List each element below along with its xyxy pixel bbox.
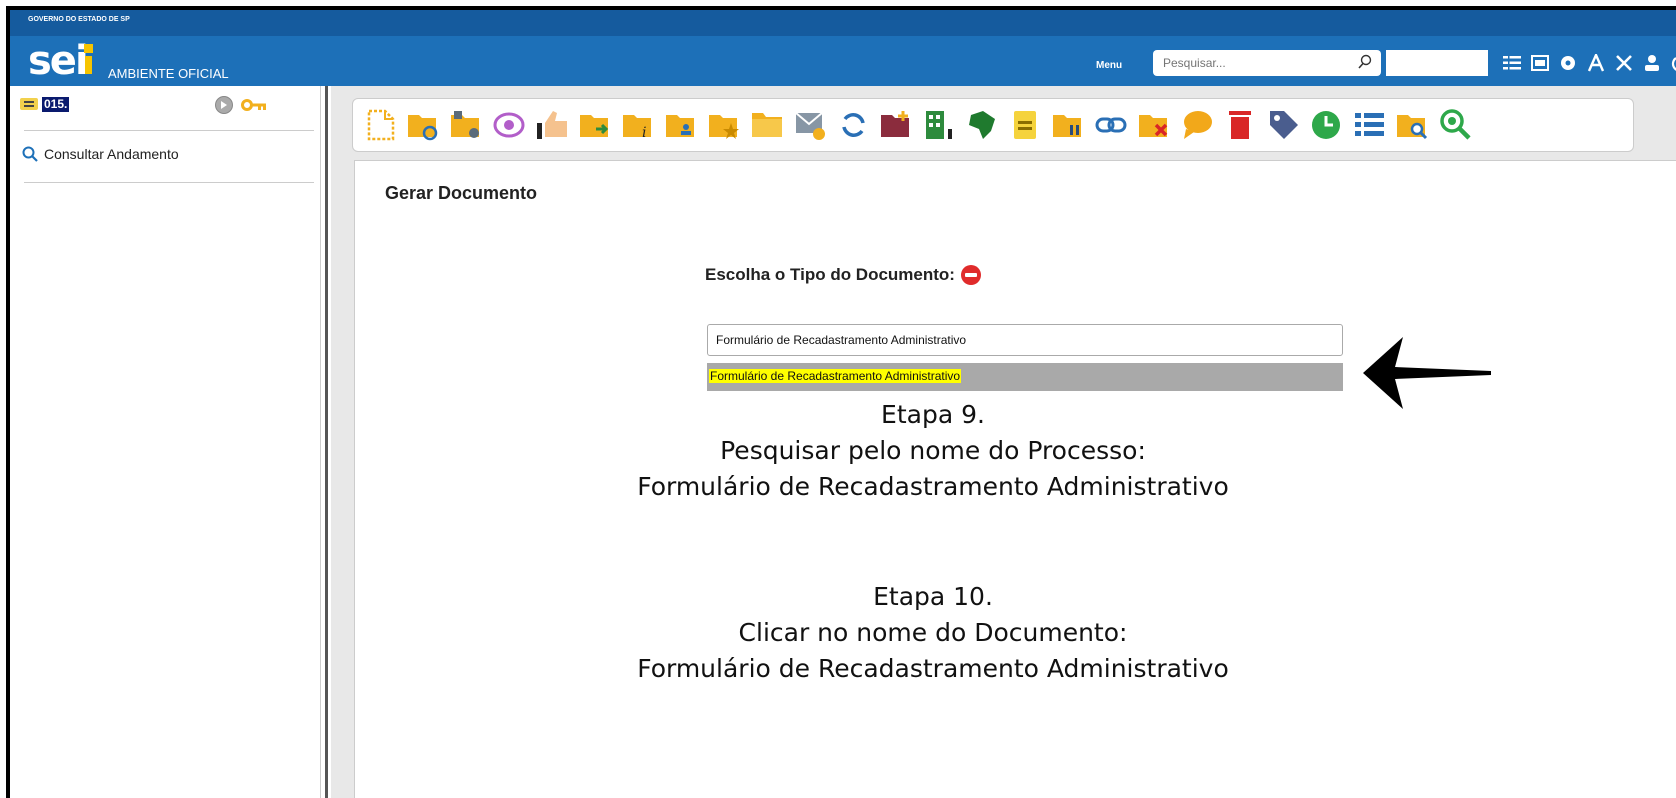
process-icon bbox=[20, 98, 38, 110]
process-toolbar: i bbox=[352, 98, 1634, 152]
etapa-10-line2: Clicar no nome do Documento: bbox=[738, 618, 1128, 647]
expand-icon[interactable] bbox=[215, 96, 233, 114]
folder-send-icon[interactable] bbox=[578, 107, 613, 143]
new-document-icon[interactable] bbox=[363, 107, 398, 143]
search-box bbox=[1153, 50, 1381, 76]
list-icon[interactable] bbox=[1352, 107, 1387, 143]
etapa-10-instructions: Etapa 10. Clicar no nome do Documento: F… bbox=[433, 579, 1433, 687]
settings-icon[interactable] bbox=[1558, 53, 1578, 73]
header-icons bbox=[1502, 50, 1676, 76]
process-number[interactable]: 015. bbox=[42, 96, 70, 112]
brazil-map-icon[interactable] bbox=[965, 107, 1000, 143]
folder-info-icon[interactable]: i bbox=[621, 107, 656, 143]
unit-select[interactable] bbox=[1386, 50, 1488, 76]
process-actions bbox=[215, 96, 267, 114]
folder-search-icon[interactable] bbox=[1395, 107, 1430, 143]
key-icon[interactable] bbox=[241, 98, 267, 112]
comment-icon[interactable] bbox=[1180, 107, 1215, 143]
sei-logo[interactable]: sei bbox=[28, 38, 98, 84]
tag-icon[interactable] bbox=[1266, 107, 1301, 143]
etapa-9-line2: Pesquisar pelo nome do Processo: bbox=[720, 436, 1146, 465]
tools-icon[interactable] bbox=[1614, 53, 1634, 73]
clock-icon[interactable] bbox=[1309, 107, 1344, 143]
menu-button[interactable]: Menu bbox=[1096, 60, 1122, 71]
screenshot-frame: GOVERNO DO ESTADO DE SP sei AMBIENTE OFI… bbox=[6, 6, 1676, 798]
folder-icon[interactable] bbox=[750, 107, 785, 143]
folder-user-icon[interactable] bbox=[664, 107, 699, 143]
thumbs-up-icon[interactable] bbox=[535, 107, 570, 143]
refresh-icon[interactable] bbox=[836, 107, 871, 143]
note-icon[interactable] bbox=[1008, 107, 1043, 143]
folder-settings-icon[interactable] bbox=[449, 107, 484, 143]
tipo-documento-filter-input[interactable] bbox=[707, 324, 1343, 356]
font-size-icon[interactable] bbox=[1586, 53, 1606, 73]
eye-icon[interactable] bbox=[492, 107, 527, 143]
etapa-9-instructions: Etapa 9. Pesquisar pelo nome do Processo… bbox=[433, 397, 1433, 505]
etapa-9-line3: Formulário de Recadastramento Administra… bbox=[637, 472, 1229, 501]
search-input[interactable] bbox=[1163, 54, 1343, 72]
folder-star-icon[interactable] bbox=[707, 107, 742, 143]
process-tree-item[interactable]: 015. bbox=[20, 96, 70, 112]
divider bbox=[24, 182, 314, 183]
main-content: Gerar Documento Escolha o Tipo do Docume… bbox=[354, 160, 1676, 798]
escolha-label: Escolha o Tipo do Documento: bbox=[705, 265, 955, 284]
folder-delete-icon[interactable] bbox=[1137, 107, 1172, 143]
mail-icon[interactable] bbox=[793, 107, 828, 143]
link-icon[interactable] bbox=[1094, 107, 1129, 143]
minus-icon[interactable] bbox=[960, 265, 981, 285]
gov-bar: GOVERNO DO ESTADO DE SP bbox=[10, 10, 1676, 36]
page-title: Gerar Documento bbox=[385, 183, 538, 203]
search-icon[interactable] bbox=[1357, 54, 1373, 70]
tipo-documento-option[interactable]: Formulário de Recadastramento Administra… bbox=[707, 363, 1343, 391]
list-icon[interactable] bbox=[1502, 53, 1522, 73]
logo-dot bbox=[84, 44, 93, 53]
logo-text: sei bbox=[28, 38, 89, 84]
user-icon[interactable] bbox=[1642, 53, 1662, 73]
zoom-icon[interactable] bbox=[1438, 107, 1473, 143]
folder-pause-icon[interactable] bbox=[1051, 107, 1086, 143]
etapa-10-title: Etapa 10. bbox=[873, 582, 993, 611]
folder-add-icon[interactable] bbox=[879, 107, 914, 143]
trash-icon[interactable] bbox=[1223, 107, 1258, 143]
divider bbox=[24, 130, 314, 131]
header: sei AMBIENTE OFICIAL Menu bbox=[10, 36, 1676, 86]
search-icon bbox=[22, 146, 38, 162]
consultar-label: Consultar Andamento bbox=[44, 146, 179, 162]
etapa-10-line3: Formulário de Recadastramento Administra… bbox=[637, 654, 1229, 683]
consultar-andamento-link[interactable]: Consultar Andamento bbox=[22, 146, 179, 162]
power-icon[interactable] bbox=[1670, 53, 1676, 73]
folder-sync-icon[interactable] bbox=[406, 107, 441, 143]
tipo-documento-option-label[interactable]: Formulário de Recadastramento Administra… bbox=[709, 369, 962, 383]
logo-bar bbox=[85, 56, 92, 74]
gov-bar-text: GOVERNO DO ESTADO DE SP bbox=[28, 16, 130, 23]
escolha-tipo-heading: Escolha o Tipo do Documento: bbox=[705, 265, 981, 285]
calendar-icon[interactable] bbox=[1530, 53, 1550, 73]
svg-text:i: i bbox=[642, 125, 646, 141]
ambiente-label: AMBIENTE OFICIAL bbox=[108, 66, 229, 81]
sidebar: 015. Consultar Andamento bbox=[10, 86, 328, 798]
etapa-9-title: Etapa 9. bbox=[881, 400, 985, 429]
building-icon[interactable] bbox=[922, 107, 957, 143]
